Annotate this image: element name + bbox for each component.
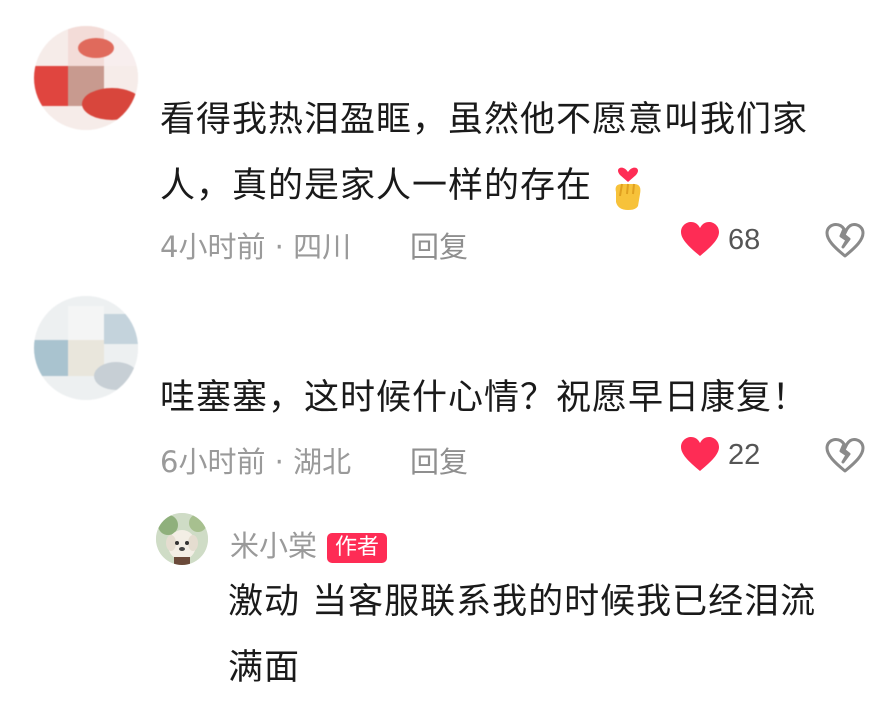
comment-text: 人，真的是家人一样的存在	[160, 150, 648, 222]
finger-heart-emoji-icon	[608, 162, 648, 212]
reply-text-line: 激动 当客服联系我的时候我已经泪流	[228, 582, 817, 622]
reply-text: 激动 当客服联系我的时候我已经泪流	[228, 566, 816, 638]
comment-section: 看得我热泪盈眶，虽然他不愿意叫我们家 人，真的是家人一样的存在 4小时前 · 四…	[0, 0, 879, 704]
reply-button[interactable]: 回复	[410, 439, 468, 481]
heart-icon	[680, 437, 720, 473]
reply-button[interactable]: 回复	[410, 224, 468, 266]
comment-text: 哇塞塞，这时候什心情？祝愿早日康复！	[160, 362, 808, 434]
reply-username: 米小棠 作者	[230, 523, 388, 565]
reply-text: 满面	[228, 632, 300, 704]
comment-time-location: 4小时前 · 四川	[160, 230, 352, 264]
avatar[interactable]	[34, 296, 138, 400]
broken-heart-icon	[825, 223, 865, 263]
comment-time-location: 6小时前 · 湖北	[160, 445, 352, 479]
like-count: 22	[728, 438, 761, 471]
like-button[interactable]: 22	[680, 437, 760, 473]
reply-avatar[interactable]	[156, 513, 208, 565]
broken-heart-icon	[825, 438, 865, 478]
like-button[interactable]: 68	[680, 222, 760, 258]
comment-text-line: 看得我热泪盈眶，虽然他不愿意叫我们家	[160, 100, 809, 140]
avatar[interactable]	[34, 26, 138, 130]
like-count: 68	[728, 223, 761, 256]
comment-text-line: 人，真的是家人一样的存在	[160, 166, 593, 206]
dislike-button[interactable]	[825, 438, 865, 478]
author-badge: 作者	[327, 533, 388, 563]
dislike-button[interactable]	[825, 223, 865, 263]
reply-text-line: 满面	[228, 648, 301, 688]
heart-icon	[680, 222, 720, 258]
comment-text-line: 哇塞塞，这时候什心情？祝愿早日康复！	[160, 378, 809, 418]
comment-text: 看得我热泪盈眶，虽然他不愿意叫我们家	[160, 84, 808, 156]
reply-username-text[interactable]: 米小棠	[230, 529, 317, 563]
